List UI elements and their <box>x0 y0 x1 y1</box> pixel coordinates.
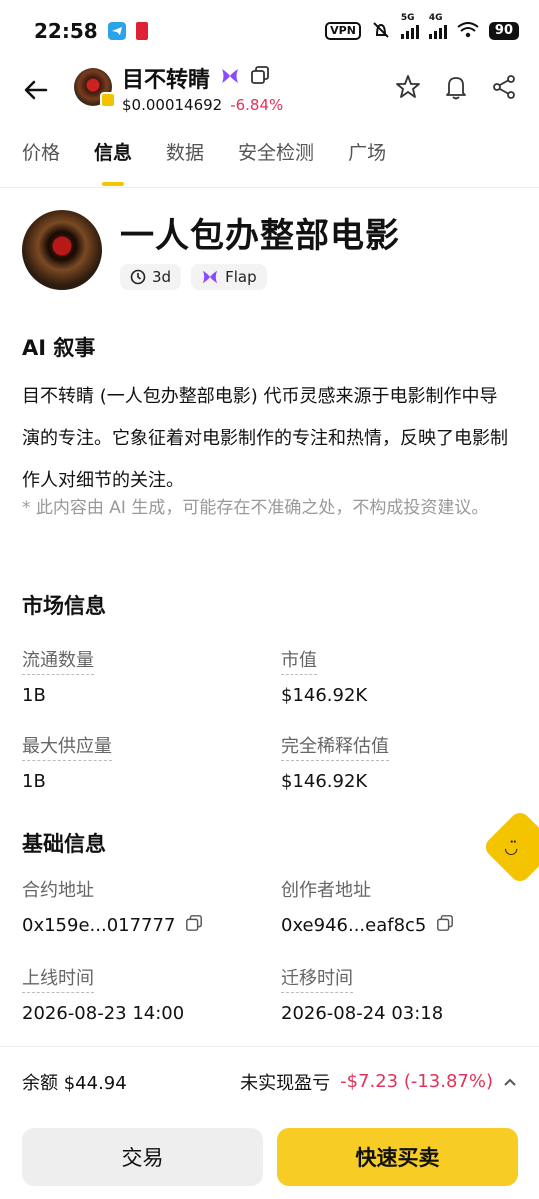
migrate-time-value: 2026-08-24 03:18 <box>281 1003 444 1024</box>
battery-saver-icon <box>135 22 148 40</box>
creator-label: 创作者地址 <box>281 880 371 901</box>
contract-address: 0x159e...017777 <box>22 915 176 936</box>
token-name: 目不转睛 <box>122 68 211 93</box>
ai-description: 目不转睛 (一人包办整部电影) 代币灵感来源于电影制作中导演的专注。它象征着对电… <box>22 386 508 491</box>
platform-chip[interactable]: Flap <box>191 264 267 290</box>
mute-icon <box>371 21 391 42</box>
basic-section-title: 基础信息 <box>22 832 106 856</box>
age-value: 3d <box>152 268 172 286</box>
telegram-icon <box>107 22 126 40</box>
star-icon[interactable] <box>395 74 421 104</box>
battery-icon: 90 <box>488 22 519 40</box>
bottom-actions: 交易 快速买卖 <box>22 1128 518 1186</box>
copy-creator-icon[interactable] <box>436 914 454 937</box>
smiley-icon: ◡̈ <box>505 838 518 857</box>
chevron-up-icon[interactable] <box>503 1071 517 1092</box>
back-arrow-icon[interactable] <box>22 76 50 104</box>
copy-contract-icon[interactable] <box>185 914 203 937</box>
circulating-value: 1B <box>22 685 46 706</box>
vpn-badge: VPN <box>325 22 361 40</box>
trade-button[interactable]: 交易 <box>22 1128 263 1186</box>
tab-square[interactable]: 广场 <box>348 138 386 186</box>
max-supply-value: 1B <box>22 771 46 792</box>
price-change: -6.84% <box>230 96 284 114</box>
balance-value: 余额 $44.94 <box>22 1072 127 1094</box>
contract-label: 合约地址 <box>22 880 94 901</box>
token-header: 目不转睛 $0.00014692 -6.84% <box>0 62 539 118</box>
creator-address: 0xe946...eaf8c5 <box>281 915 427 936</box>
bell-icon[interactable] <box>443 74 469 104</box>
balance-bar[interactable]: 余额 $44.94 未实现盈亏 -$7.23 (-13.87%) <box>0 1046 539 1116</box>
signal-5g-icon: 5G <box>400 13 419 39</box>
tab-bar: 价格 信息 数据 安全检测 广场 <box>0 138 539 188</box>
unrealized-value: -$7.23 (-13.87%) <box>340 1071 493 1092</box>
mcap-value: $146.92K <box>281 685 368 706</box>
tab-data[interactable]: 数据 <box>166 138 204 186</box>
mcap-label[interactable]: 市值 <box>281 646 317 675</box>
max-supply-label[interactable]: 最大供应量 <box>22 732 112 761</box>
token-avatar-large <box>22 210 102 290</box>
token-full-name: 一人包办整部电影 <box>120 216 400 256</box>
fdv-value: $146.92K <box>281 771 368 792</box>
circulating-label[interactable]: 流通数量 <box>22 646 94 675</box>
fdv-label[interactable]: 完全稀释估值 <box>281 732 389 761</box>
ai-section-title: AI 叙事 <box>22 336 96 360</box>
status-time: 22:58 <box>34 19 98 43</box>
wifi-icon <box>457 21 479 41</box>
unrealized-label: 未实现盈亏 <box>240 1072 331 1094</box>
status-bar: 22:58 VPN 5G 4G 90 <box>0 0 539 62</box>
signal-4g-icon: 4G <box>428 13 447 39</box>
platform-name: Flap <box>225 268 257 286</box>
quick-trade-button[interactable]: 快速买卖 <box>277 1128 518 1186</box>
tab-security[interactable]: 安全检测 <box>238 138 314 186</box>
market-section-title: 市场信息 <box>22 594 106 618</box>
age-chip: 3d <box>120 264 182 290</box>
flap-logo-icon <box>220 66 240 91</box>
tab-info[interactable]: 信息 <box>94 138 132 186</box>
clock-icon <box>130 269 146 285</box>
chain-badge-icon <box>100 92 116 108</box>
token-avatar-small <box>74 68 116 108</box>
copy-icon[interactable] <box>250 65 270 91</box>
launch-time-label[interactable]: 上线时间 <box>22 964 94 993</box>
flap-logo-icon <box>202 270 218 284</box>
migrate-time-label[interactable]: 迁移时间 <box>281 964 353 993</box>
tab-price[interactable]: 价格 <box>22 138 60 186</box>
share-icon[interactable] <box>491 74 517 104</box>
token-price: $0.00014692 <box>122 96 223 114</box>
ai-disclaimer: * 此内容由 AI 生成，可能存在不准确之处，不构成投资建议。 <box>22 498 489 518</box>
launch-time-value: 2026-08-23 14:00 <box>22 1003 185 1024</box>
